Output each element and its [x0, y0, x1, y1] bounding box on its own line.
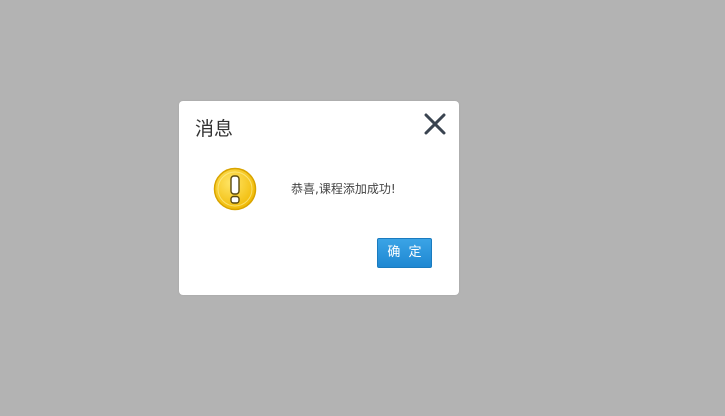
close-button[interactable] — [423, 112, 447, 136]
dialog-title: 消息 — [195, 118, 234, 140]
confirm-button[interactable]: 确 定 — [377, 238, 432, 268]
dialog-message: 恭喜,课程添加成功! — [291, 182, 396, 196]
warning-icon — [213, 167, 257, 211]
message-dialog: 消息 恭喜,课程添加成功! 确 定 — [179, 101, 459, 295]
close-icon — [424, 113, 446, 135]
